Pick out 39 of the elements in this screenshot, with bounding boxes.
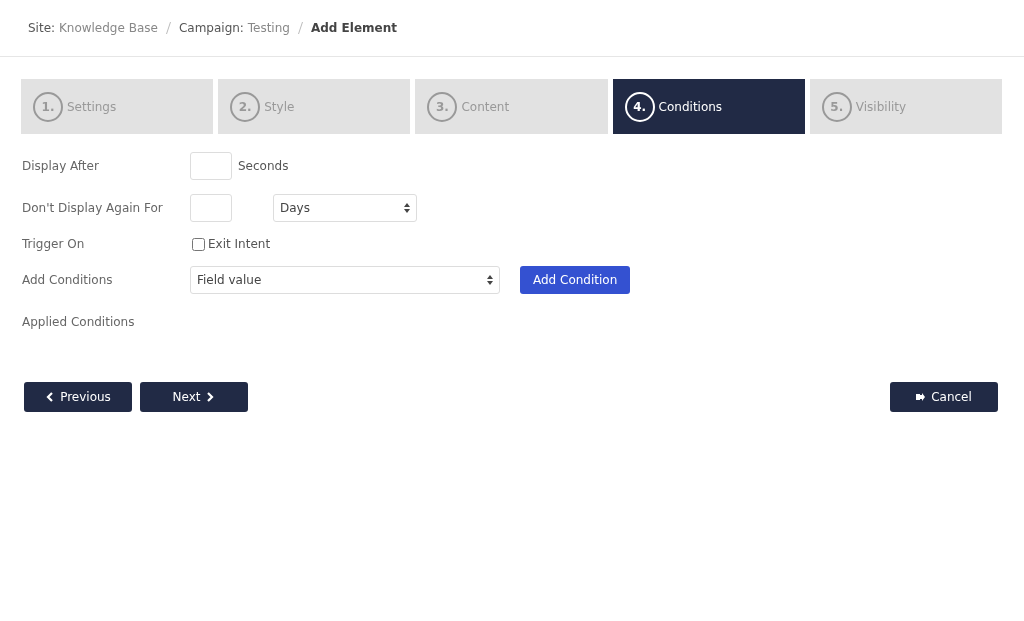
select-value: Days <box>280 200 310 217</box>
step-tab[interactable]: 4. Conditions <box>612 79 805 134</box>
chevron-left-icon <box>45 392 55 402</box>
chevron-right-icon <box>206 392 216 402</box>
condition-select[interactable]: Field value <box>190 266 500 294</box>
step-number: 5. <box>821 91 852 122</box>
field-label: Don't Display Again For <box>22 200 164 217</box>
field-label: Display After <box>22 158 100 175</box>
next-button[interactable]: Next <box>140 382 248 412</box>
breadcrumb-separator <box>297 22 303 34</box>
breadcrumb-current: Add Element <box>310 20 397 37</box>
field-label: Applied Conditions <box>22 314 136 331</box>
step-label: Visibility <box>855 98 907 116</box>
seconds-input[interactable] <box>190 152 232 180</box>
field-label: Add Conditions <box>22 272 114 289</box>
step-label: Conditions <box>658 98 723 116</box>
period-select[interactable]: Days <box>273 194 417 222</box>
select-arrows-icon <box>404 203 410 213</box>
breadcrumb-separator <box>165 22 171 34</box>
select-arrows-icon <box>487 275 493 285</box>
step-number: 2. <box>230 91 261 122</box>
breadcrumb-link[interactable]: Site: Knowledge Base <box>28 19 158 37</box>
step-label: Content <box>461 98 510 116</box>
select-value: Field value <box>197 272 262 289</box>
exit-intent-checkbox[interactable] <box>192 237 205 251</box>
step-label: Settings <box>67 98 117 116</box>
step-label: Style <box>264 98 295 116</box>
step-number: 1. <box>33 91 63 122</box>
days-input[interactable] <box>190 194 232 222</box>
sign-out-icon <box>916 392 926 402</box>
add-condition-button[interactable]: Add Condition <box>520 266 631 294</box>
checkbox-label: Exit Intent <box>208 236 271 253</box>
step-number: 4. <box>624 91 655 122</box>
step-number: 3. <box>427 91 458 122</box>
cancel-button[interactable]: Cancel <box>890 382 998 412</box>
previous-button[interactable]: Previous <box>24 382 132 412</box>
field-label: Trigger On <box>22 236 86 253</box>
breadcrumb-link[interactable]: Campaign: Testing <box>178 19 290 37</box>
unit-label: Seconds <box>238 158 289 175</box>
